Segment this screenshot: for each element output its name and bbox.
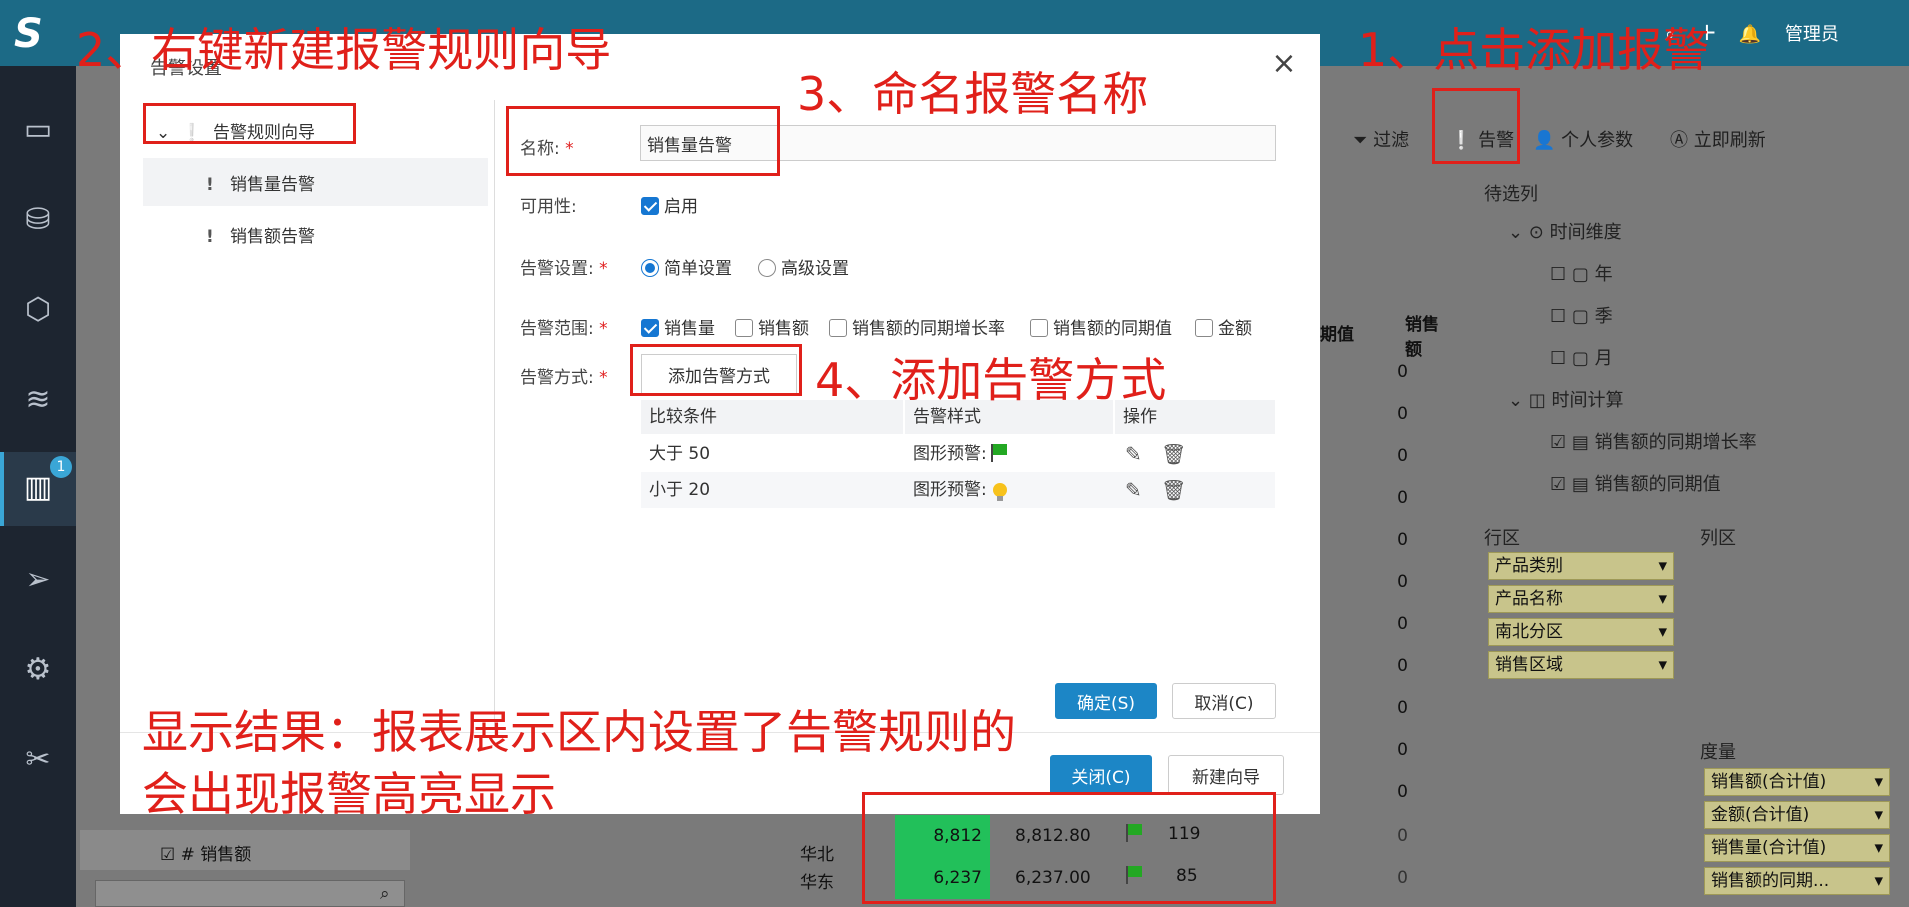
close-icon[interactable]: ×	[1270, 49, 1298, 79]
enable-checkbox[interactable]: 启用	[641, 192, 698, 217]
grid-cell: 0	[1397, 782, 1408, 802]
trash-icon[interactable]: 🗑	[1161, 478, 1186, 502]
grid-cell: 0	[1397, 868, 1408, 888]
grid-cell: 0	[1397, 404, 1408, 424]
grid-cell: 0	[1397, 446, 1408, 466]
scope-option[interactable]: 销售额	[735, 314, 809, 339]
send-icon[interactable]: ➢	[14, 556, 62, 604]
scope-option[interactable]: 销售额的同期增长率	[829, 314, 1005, 339]
app-logo: S	[14, 11, 43, 57]
condition-cell: 小于 20	[649, 480, 711, 500]
year-field[interactable]: ☐ ▢ 年	[1550, 260, 1613, 286]
cancel-button[interactable]: 取消(C)	[1172, 683, 1276, 719]
condition-cell: 大于 50	[649, 444, 711, 464]
highlight-box-tree	[143, 103, 356, 144]
user-settings-icon[interactable]: ⚙	[14, 646, 62, 694]
ok-button[interactable]: 确定(S)	[1055, 683, 1157, 719]
pending-title: 待选列	[1484, 184, 1538, 205]
month-field[interactable]: ☐ ▢ 月	[1550, 344, 1613, 370]
advanced-setting-radio[interactable]: 高级设置	[758, 254, 849, 279]
simple-setting-radio[interactable]: 简单设置	[641, 254, 732, 279]
availability-label: 可用性:	[520, 197, 577, 217]
region-cell: 华北	[800, 845, 834, 865]
region-cell: 华东	[800, 873, 834, 893]
row-area-title: 行区	[1484, 528, 1520, 549]
row-field[interactable]: 销售区域 ▾	[1488, 651, 1674, 679]
edit-icon[interactable]: ✎	[1125, 478, 1142, 502]
row-field[interactable]: 产品名称 ▾	[1488, 585, 1674, 613]
highlight-box-add-method	[630, 344, 802, 396]
monitor-icon[interactable]: ▭	[14, 106, 62, 154]
scope-option[interactable]: 金额	[1195, 314, 1252, 339]
personal-params-button[interactable]: 👤 个人参数	[1533, 126, 1633, 152]
tree-item-sales-amount[interactable]: ! 销售额告警	[206, 222, 315, 247]
calc-same-field[interactable]: ☑ ▤ 销售额的同期值	[1550, 470, 1721, 496]
annotation-step1: 1、点击添加报警	[1358, 23, 1710, 77]
measure-field[interactable]: 销售量(合计值) ▾	[1704, 834, 1890, 862]
measure-field[interactable]: 金额(合计值) ▾	[1704, 801, 1890, 829]
method-label: 告警方式: *	[520, 368, 608, 388]
bell-icon[interactable]: 🔔	[1739, 24, 1761, 45]
edit-icon[interactable]: ✎	[1125, 442, 1142, 466]
cube-icon[interactable]: ⬡	[14, 286, 62, 334]
col-area-title: 列区	[1700, 528, 1736, 549]
field-panel: 待选列 ⌄ ⊙ 时间维度 ☐ ▢ 年 ☐ ▢ 季 ☐ ▢ 月 ⌄ ◫ 时间计算 …	[1480, 180, 1909, 907]
annotation-step2: 2、右键新建报警规则向导	[76, 23, 612, 77]
style-cell: 图形预警:	[905, 472, 1007, 508]
measure-field[interactable]: 销售额的同期... ▾	[1704, 867, 1890, 895]
tree-item-sales-volume[interactable]: ! 销售量告警	[206, 170, 315, 195]
trash-icon[interactable]: 🗑	[1161, 442, 1186, 466]
grid-cell: 0	[1397, 698, 1408, 718]
scope-label: 告警范围: *	[520, 319, 608, 339]
grid-cell: 0	[1397, 362, 1408, 382]
annotation-result-line1: 显示结果：报表展示区内设置了告警规则的	[142, 705, 1016, 759]
alert-icon: !	[206, 175, 214, 195]
time-dimension[interactable]: ⌄ ⊙ 时间维度	[1508, 218, 1622, 244]
annotation-result-line2: 会出现报警高亮显示	[142, 767, 556, 821]
database-icon[interactable]: ⛁	[14, 196, 62, 244]
method-table: 比较条件 告警样式 操作 大于 50 图形预警: ✎ 🗑 小于 20 图形预警:…	[641, 400, 1275, 510]
grid-cell: 0	[1397, 530, 1408, 550]
quarter-field[interactable]: ☐ ▢ 季	[1550, 302, 1613, 328]
new-wizard-button[interactable]: 新建向导	[1168, 755, 1284, 795]
row-field[interactable]: 南北分区 ▾	[1488, 618, 1674, 646]
time-calc[interactable]: ⌄ ◫ 时间计算	[1508, 386, 1624, 412]
grid-cell: 0	[1397, 614, 1408, 634]
grid-cell: 0	[1397, 488, 1408, 508]
setting-label: 告警设置: *	[520, 259, 608, 279]
row-field[interactable]: 产品类别 ▾	[1488, 552, 1674, 580]
highlight-box-alert	[1432, 88, 1520, 164]
grid-cell: 0	[1397, 826, 1408, 846]
col-header-sales: 销售额	[1405, 315, 1439, 360]
style-cell: 图形预警:	[905, 436, 1007, 472]
scope-option[interactable]: 销售量	[641, 314, 715, 339]
alert-icon: !	[206, 227, 214, 247]
bulb-icon	[992, 483, 1007, 501]
grid-cell: 0	[1397, 572, 1408, 592]
grid-cell: 0	[1397, 656, 1408, 676]
admin-label[interactable]: 管理员	[1785, 24, 1839, 45]
field-search-input[interactable]	[95, 880, 405, 907]
measure-field[interactable]: 销售额(合计值) ▾	[1704, 768, 1890, 796]
annotation-step4: 4、添加告警方式	[815, 353, 1167, 407]
highlight-box-name	[506, 106, 780, 176]
annotation-step3: 3、命名报警名称	[797, 67, 1149, 121]
layers-icon[interactable]: ≋	[14, 376, 62, 424]
field-sales[interactable]: ☑ # 销售额	[160, 840, 251, 865]
scope-option[interactable]: 销售额的同期值	[1030, 314, 1172, 339]
calc-growth-field[interactable]: ☑ ▤ 销售额的同期增长率	[1550, 428, 1757, 454]
search-icon[interactable]: ⌕	[380, 884, 390, 904]
grid-cell: 0	[1397, 740, 1408, 760]
flag-icon	[990, 444, 1007, 462]
report-toolbar: ⏷ 过滤 ❕ 告警 👤 个人参数 Ⓐ 立即刷新	[1315, 118, 1909, 174]
col-header-same: 期值	[1320, 325, 1354, 345]
filter-button[interactable]: ⏷ 过滤	[1353, 126, 1409, 152]
refresh-button[interactable]: Ⓐ 立即刷新	[1670, 126, 1766, 152]
highlight-box-result	[862, 792, 1276, 904]
close-button[interactable]: 关闭(C)	[1050, 755, 1152, 795]
tools-icon[interactable]: ✂	[14, 736, 62, 784]
tree-selection	[143, 158, 488, 206]
nav-badge: 1	[50, 456, 72, 478]
measure-title: 度量	[1700, 742, 1736, 763]
